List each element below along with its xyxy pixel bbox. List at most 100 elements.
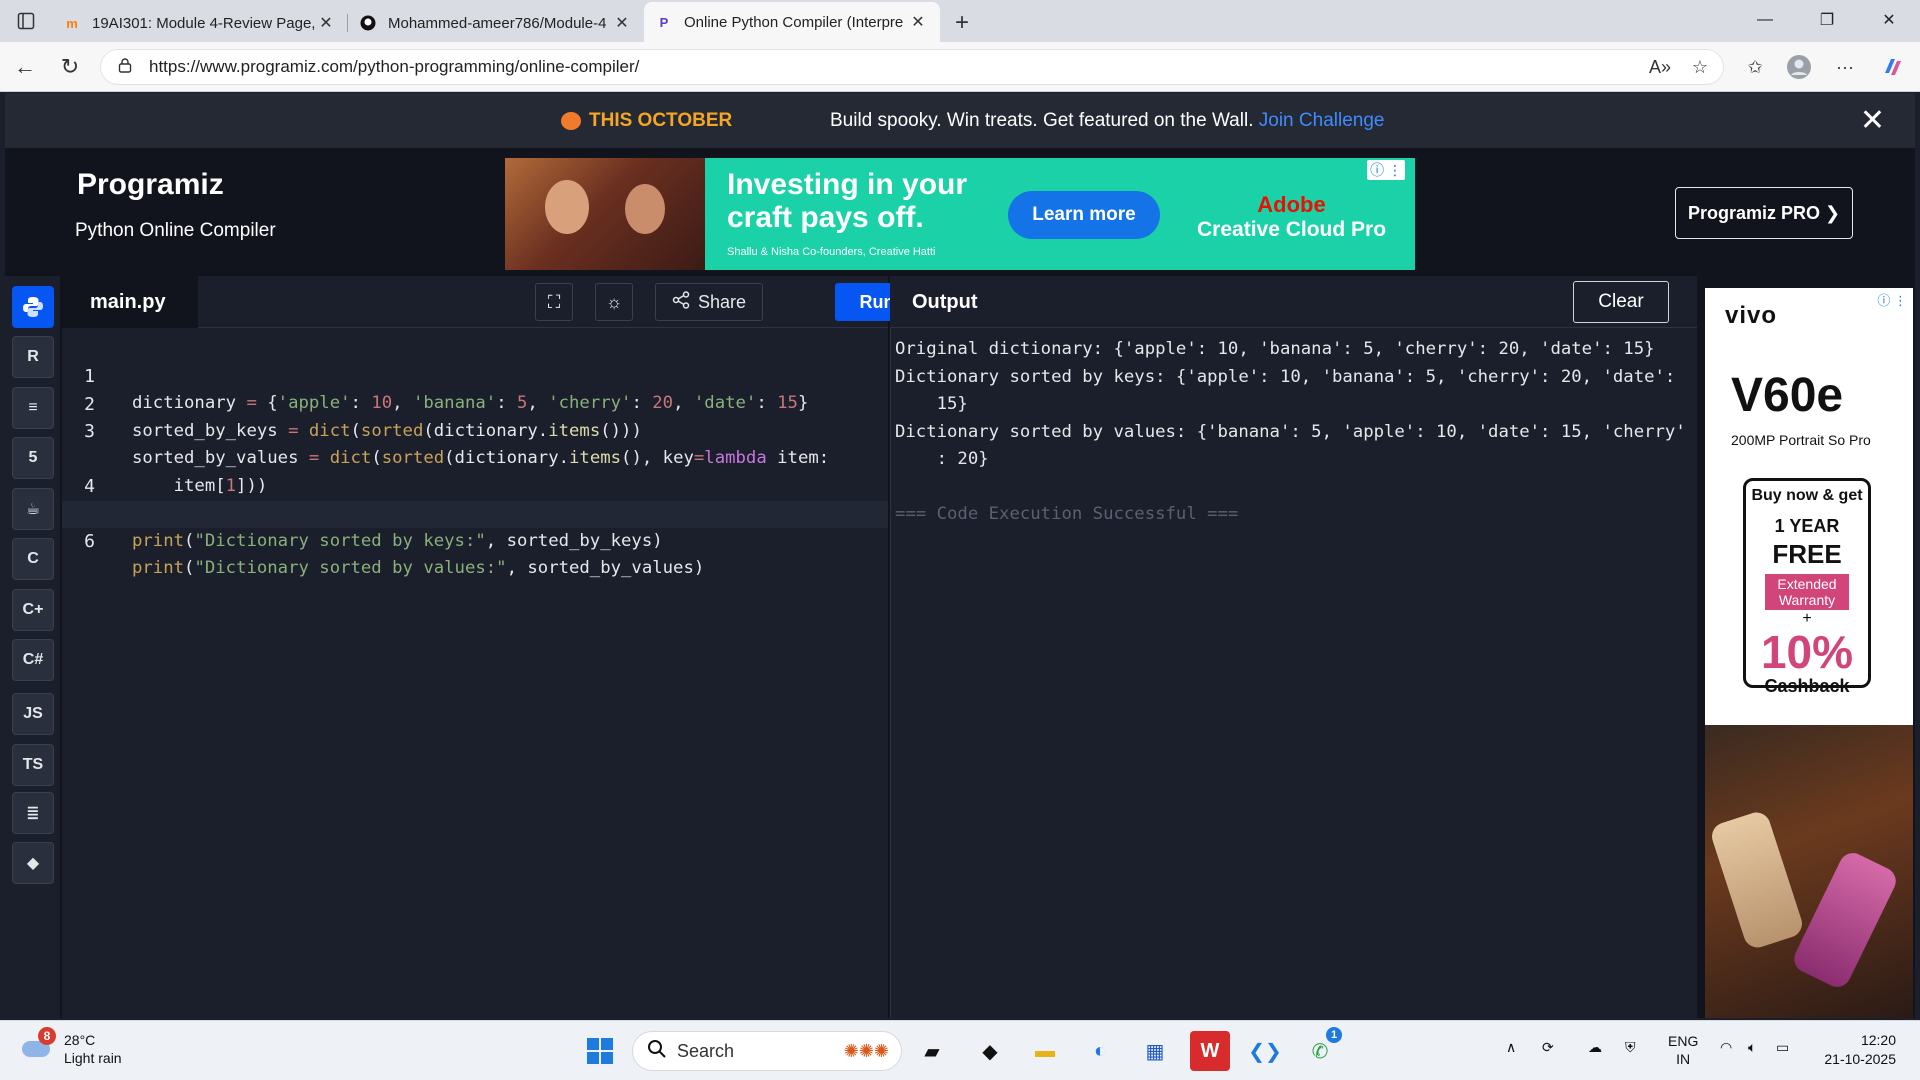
windows-taskbar: 8 28°C Light rain Search ✺✺✺ ▰ ◆ ▬ ◐ ▦ W…	[0, 1020, 1920, 1080]
promo-banner: THIS OCTOBER Build spooky. Win treats. G…	[5, 93, 1915, 148]
editor-toolbar: main.py ⛶ ☼ Share Run	[62, 276, 919, 328]
whatsapp-icon[interactable]: ✆ 1	[1300, 1027, 1342, 1071]
php-icon[interactable]: ◆	[12, 842, 54, 884]
ad-credit: Shallu & Nisha Co-founders, Creative Hat…	[727, 246, 936, 258]
sql-icon[interactable]: ≡	[12, 387, 54, 429]
tab-actions-icon[interactable]	[0, 0, 52, 42]
output-line: 15}	[895, 394, 968, 414]
adobe-product-name: Creative Cloud Pro	[1197, 218, 1387, 241]
fullscreen-icon[interactable]: ⛶	[535, 283, 573, 321]
banner-message-text: Build spooky. Win treats. Get featured o…	[830, 109, 1254, 131]
browser-tab-github[interactable]: Mohammed-ameer786/Module-4 ✕	[348, 4, 644, 42]
html-icon[interactable]: 5	[12, 437, 54, 479]
weather-temp: 28°C	[64, 1032, 96, 1048]
java-icon[interactable]: ☕	[12, 488, 54, 530]
search-icon	[647, 1039, 667, 1064]
ad-info-icon[interactable]: ⓘ ⋮	[1877, 290, 1907, 309]
url-input[interactable]: https://www.programiz.com/python-program…	[100, 49, 1724, 85]
vscode-icon[interactable]: ❮❯	[1245, 1031, 1285, 1071]
go-icon[interactable]: ≣	[12, 792, 54, 834]
lang-2: IN	[1676, 1051, 1691, 1067]
more-options-icon[interactable]: ···	[1830, 52, 1860, 82]
taskbar-clock[interactable]: 12:20 21-10-2025	[1812, 1031, 1896, 1069]
code-line: 4 print("Original dictionary:", dictiona…	[62, 446, 888, 523]
browser-tab-moodle[interactable]: m 19AI301: Module 4-Review Page, ✕	[52, 4, 348, 42]
windows-start-icon[interactable]	[580, 1031, 620, 1071]
weather-desc: Light rain	[64, 1050, 122, 1066]
browser-tab-programiz[interactable]: P Online Python Compiler (Interpre ✕	[644, 2, 940, 42]
csharp-icon[interactable]: C#	[12, 639, 54, 681]
taskbar-search[interactable]: Search ✺✺✺	[632, 1031, 902, 1071]
share-button[interactable]: Share	[655, 283, 763, 321]
close-window-icon[interactable]: ✕	[1858, 0, 1920, 40]
ad-info-icon[interactable]: ⓘ ⋮	[1367, 160, 1405, 180]
share-label: Share	[697, 291, 747, 312]
tab-title: 19AI301: Module 4-Review Page,	[92, 14, 316, 32]
programiz-pro-button[interactable]: Programiz PRO ❯	[1675, 187, 1853, 239]
close-banner-icon[interactable]: ✕	[1860, 103, 1885, 138]
join-challenge-link[interactable]: Join Challenge	[1259, 110, 1385, 131]
learn-more-button[interactable]: Learn more	[1008, 191, 1160, 239]
onedrive-icon[interactable]: ☁	[1588, 1039, 1602, 1056]
python-icon[interactable]	[12, 286, 54, 328]
show-hidden-icons[interactable]: ∧	[1506, 1039, 1516, 1056]
volume-icon[interactable]: 🔈︎	[1748, 1039, 1756, 1056]
battery-icon[interactable]: ▭	[1776, 1039, 1789, 1056]
favorites-icon[interactable]: ✩	[1740, 52, 1770, 82]
copilot-icon[interactable]	[1878, 52, 1908, 82]
clear-button[interactable]: Clear	[1573, 281, 1669, 323]
code-line: 3 sorted_by_values = dict(sorted(diction…	[62, 391, 888, 468]
close-tab-icon[interactable]: ✕	[316, 13, 336, 33]
browser-tab-bar: m 19AI301: Module 4-Review Page, ✕ Moham…	[0, 0, 1920, 42]
wps-office-icon[interactable]: W	[1190, 1031, 1230, 1071]
vivo-logo: vivo	[1725, 302, 1778, 329]
copilot-app-icon[interactable]: ◆	[970, 1031, 1010, 1071]
typescript-icon[interactable]: TS	[12, 744, 54, 786]
refresh-icon[interactable]: ↻	[55, 52, 85, 82]
weather-widget[interactable]: 8 28°C Light rain	[20, 1027, 122, 1067]
side-ad-photo	[1705, 725, 1913, 1018]
language-indicator[interactable]: ENG IN	[1668, 1032, 1698, 1068]
code-editor[interactable]: 1 dictionary = {'apple': 10, 'banana': 5…	[62, 328, 888, 1018]
file-tab-main-py[interactable]: main.py	[62, 276, 198, 328]
sync-icon[interactable]: ⟳	[1542, 1039, 1554, 1056]
profile-avatar[interactable]	[1784, 52, 1814, 82]
cpp-icon[interactable]: C+	[12, 589, 54, 631]
close-tab-icon[interactable]: ✕	[612, 13, 632, 33]
back-icon[interactable]: ←	[10, 52, 40, 82]
microsoft-store-icon[interactable]: ▦	[1135, 1031, 1175, 1071]
programiz-logo[interactable]: Programiz	[77, 168, 224, 202]
javascript-icon[interactable]: JS	[12, 693, 54, 735]
output-line: Dictionary sorted by keys: {'apple': 10,…	[895, 366, 1676, 387]
side-advertisement[interactable]: vivo V60e 200MP Portrait So Pro Buy now …	[1705, 288, 1913, 1018]
wifi-icon[interactable]: ◠	[1720, 1039, 1732, 1056]
output-line: : 20}	[895, 449, 989, 469]
maximize-icon[interactable]: ❐	[1796, 0, 1858, 40]
output-title: Output	[912, 291, 978, 313]
top-advertisement[interactable]: Investing in your craft pays off. Shallu…	[505, 158, 1415, 270]
lang-1: ENG	[1668, 1033, 1699, 1049]
output-panel[interactable]: Original dictionary: {'apple': 10, 'bana…	[890, 328, 1697, 1018]
favorite-star-icon[interactable]: ☆	[1685, 52, 1715, 82]
close-tab-icon[interactable]: ✕	[908, 12, 928, 32]
task-view-icon[interactable]: ▰	[912, 1031, 952, 1071]
ad-buy-text: Buy now & get	[1751, 487, 1863, 504]
rain-cloud-icon: 8	[20, 1027, 56, 1061]
side-ad-top: vivo V60e 200MP Portrait So Pro Buy now …	[1705, 288, 1913, 725]
file-explorer-icon[interactable]: ▬	[1025, 1031, 1065, 1071]
r-language-icon[interactable]: R	[12, 336, 54, 378]
ad-year: 1 YEAR	[1774, 516, 1840, 536]
read-aloud-icon[interactable]: A»	[1645, 52, 1675, 82]
adobe-brand-name: Adobe	[1257, 192, 1326, 217]
minimize-icon[interactable]: —	[1734, 0, 1796, 40]
phone-image	[1789, 848, 1901, 992]
theme-toggle-icon[interactable]: ☼	[595, 283, 633, 321]
tab-title: Mohammed-ameer786/Module-4	[388, 14, 607, 32]
edge-icon[interactable]: ◐	[1080, 1031, 1120, 1071]
page-subtitle: Python Online Compiler	[75, 220, 276, 241]
code-line-6: print("Dictionary sorted by values:", so…	[132, 558, 705, 578]
security-icon[interactable]: ⛨	[1625, 1039, 1636, 1056]
moodle-icon: m	[66, 15, 78, 31]
c-icon[interactable]: C	[12, 538, 54, 580]
new-tab-button[interactable]: +	[940, 4, 984, 42]
